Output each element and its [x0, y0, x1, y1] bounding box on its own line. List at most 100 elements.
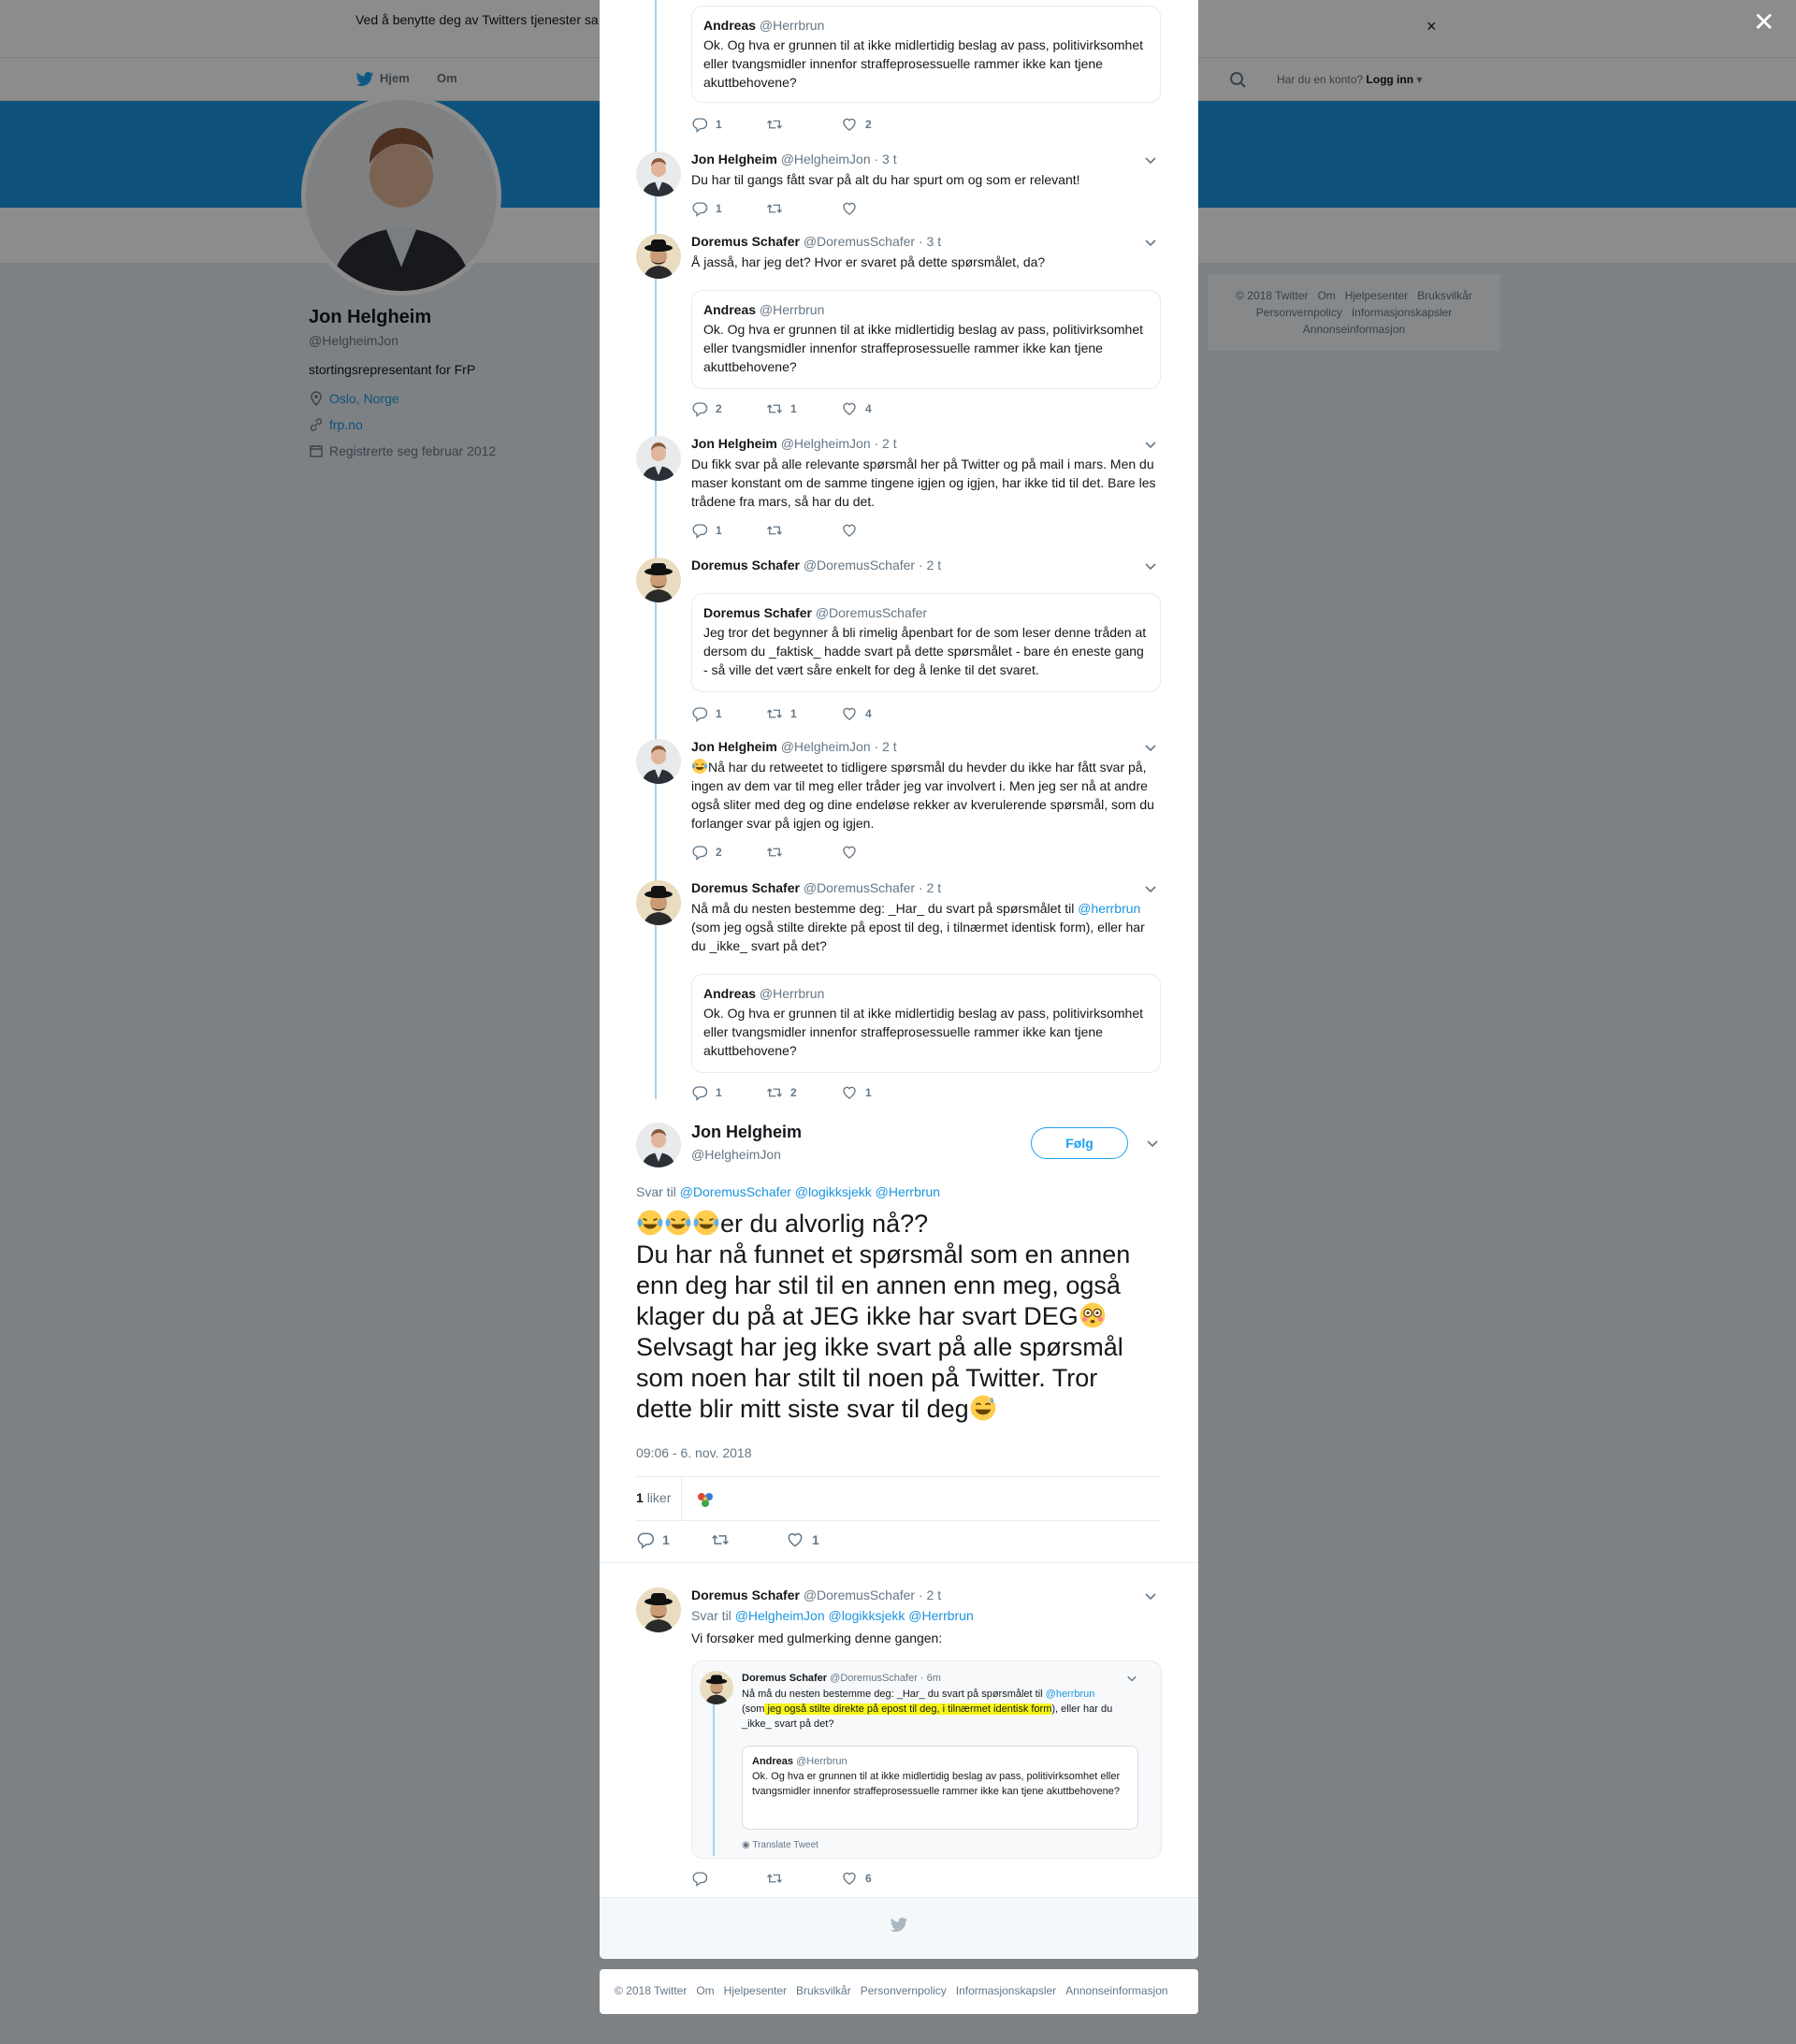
chevron-down-icon[interactable]: [1144, 1589, 1157, 1602]
footer-link[interactable]: Bruksvilkår: [796, 1984, 851, 1997]
reply-button[interactable]: 2: [691, 844, 766, 861]
author-handle[interactable]: @DoremusSchafer: [804, 1587, 915, 1602]
retweet-button[interactable]: [766, 1870, 841, 1887]
screenshot-avatar: [700, 1671, 733, 1704]
main-tweet-name[interactable]: Jon Helgheim: [691, 1123, 802, 1142]
avatar[interactable]: [636, 152, 681, 196]
follow-button[interactable]: Følg: [1031, 1127, 1128, 1159]
footer-link[interactable]: Personvernpolicy: [861, 1984, 947, 1997]
mention-link[interactable]: @Herrbrun: [876, 1184, 940, 1199]
chevron-down-icon[interactable]: [1144, 236, 1157, 249]
retweet-button[interactable]: 1: [766, 705, 841, 722]
reply-button[interactable]: 2: [691, 400, 766, 417]
like-button[interactable]: [841, 522, 916, 539]
footer-link[interactable]: Informasjonskapsler: [956, 1984, 1056, 1997]
reply-button[interactable]: 1: [691, 1084, 766, 1101]
main-tweet-avatar[interactable]: [636, 1123, 681, 1167]
retweet-button[interactable]: [766, 116, 841, 133]
footer-link[interactable]: Annonseinformasjon: [1065, 1984, 1167, 1997]
chevron-down-icon[interactable]: [1144, 882, 1157, 895]
like-button[interactable]: [841, 844, 916, 861]
reply-count: 2: [716, 846, 722, 859]
tweet-time[interactable]: · 2 t: [919, 558, 941, 573]
mention-link[interactable]: @logikksjekk: [829, 1608, 905, 1623]
like-button[interactable]: 2: [841, 116, 916, 133]
tweet-actions: 1 1 4: [691, 705, 916, 722]
author-handle[interactable]: @DoremusSchafer: [804, 880, 915, 895]
chevron-down-icon[interactable]: [1144, 153, 1157, 167]
like-button[interactable]: 1: [786, 1530, 861, 1549]
reply-button[interactable]: 1: [691, 200, 766, 217]
author-name[interactable]: Doremus Schafer: [691, 880, 800, 895]
tweet-time[interactable]: · 3 t: [919, 234, 941, 249]
reply-button[interactable]: 1: [691, 116, 766, 133]
quoted-tweet[interactable]: Andreas @Herrbrun Ok. Og hva er grunnen …: [691, 290, 1161, 389]
divider: [600, 1562, 1198, 1563]
tweet-time[interactable]: · 3 t: [875, 152, 897, 167]
retweet-button[interactable]: [766, 522, 841, 539]
reply-button[interactable]: [691, 1870, 766, 1887]
likes-stat[interactable]: 1 liker: [636, 1490, 671, 1505]
main-tweet-time[interactable]: 09:06 - 6. nov. 2018: [636, 1445, 752, 1460]
avatar[interactable]: [636, 234, 681, 279]
tweet-time[interactable]: · 2 t: [875, 739, 897, 754]
author-name[interactable]: Doremus Schafer: [691, 558, 800, 573]
reply-button[interactable]: 1: [691, 522, 766, 539]
main-tweet-handle[interactable]: @HelgheimJon: [691, 1147, 781, 1162]
quoted-tweet[interactable]: Doremus Schafer @DoremusSchafer Jeg tror…: [691, 593, 1161, 692]
avatar[interactable]: [636, 436, 681, 481]
chevron-down-icon[interactable]: [1146, 1137, 1159, 1150]
reply-button[interactable]: 1: [636, 1530, 711, 1549]
author-name[interactable]: Jon Helgheim: [691, 739, 777, 754]
avatar[interactable]: [636, 558, 681, 602]
heart-icon: [841, 200, 858, 217]
footer-link[interactable]: Hjelpesenter: [724, 1984, 787, 1997]
tweet-time[interactable]: · 2 t: [875, 436, 897, 451]
author-name[interactable]: Jon Helgheim: [691, 436, 777, 451]
retweet-count: 1: [790, 707, 797, 720]
author-name[interactable]: Doremus Schafer: [691, 1587, 800, 1602]
author-handle[interactable]: @DoremusSchafer: [804, 558, 915, 573]
footer-link[interactable]: © 2018 Twitter: [615, 1984, 687, 1997]
avatar[interactable]: [636, 1587, 681, 1632]
mention-link[interactable]: @HelgheimJon: [735, 1608, 825, 1623]
chevron-down-icon[interactable]: [1144, 559, 1157, 573]
author-handle[interactable]: @HelgheimJon: [781, 739, 871, 754]
avatar[interactable]: [636, 880, 681, 925]
author-handle[interactable]: @DoremusSchafer: [804, 234, 915, 249]
retweet-button[interactable]: 2: [766, 1084, 841, 1101]
author-handle[interactable]: @HelgheimJon: [781, 436, 871, 451]
author-name[interactable]: Jon Helgheim: [691, 152, 777, 167]
chevron-down-icon[interactable]: [1144, 741, 1157, 754]
retweet-button[interactable]: [766, 200, 841, 217]
author-name[interactable]: Doremus Schafer: [691, 234, 800, 249]
retweet-button[interactable]: 1: [766, 400, 841, 417]
screenshot-text: Nå må du nesten bestemme deg: _Har_ du s…: [742, 1687, 1144, 1732]
mention-link[interactable]: @herrbrun: [1078, 901, 1140, 916]
mention-link[interactable]: @DoremusSchafer: [680, 1184, 791, 1199]
reply-icon: [691, 400, 708, 417]
author-handle[interactable]: @HelgheimJon: [781, 152, 871, 167]
tweet-time[interactable]: · 2 t: [919, 1587, 941, 1602]
liker-avatar[interactable]: [694, 1488, 717, 1511]
attached-screenshot[interactable]: Doremus Schafer @DoremusSchafer · 6m Nå …: [691, 1660, 1162, 1859]
close-icon[interactable]: ✕: [1753, 9, 1774, 36]
tweet-time[interactable]: · 2 t: [919, 880, 941, 895]
retweet-button[interactable]: [711, 1530, 786, 1549]
like-button[interactable]: 4: [841, 705, 916, 722]
mention-link[interactable]: @Herrbrun: [908, 1608, 973, 1623]
tweet-actions: 1 2 1: [691, 1084, 916, 1101]
retweet-button[interactable]: [766, 844, 841, 861]
like-button[interactable]: 6: [841, 1870, 916, 1887]
reply-button[interactable]: 1: [691, 705, 766, 722]
tweet-stats: 1 liker: [636, 1476, 1161, 1521]
like-button[interactable]: 4: [841, 400, 916, 417]
like-button[interactable]: 1: [841, 1084, 916, 1101]
mention-link[interactable]: @logikksjekk: [795, 1184, 872, 1199]
chevron-down-icon[interactable]: [1144, 438, 1157, 451]
quoted-tweet[interactable]: Andreas @Herrbrun Ok. Og hva er grunnen …: [691, 974, 1161, 1073]
quoted-tweet[interactable]: Andreas @Herrbrun Ok. Og hva er grunnen …: [691, 6, 1161, 103]
footer-link[interactable]: Om: [696, 1984, 714, 1997]
like-button[interactable]: [841, 200, 916, 217]
avatar[interactable]: [636, 739, 681, 784]
